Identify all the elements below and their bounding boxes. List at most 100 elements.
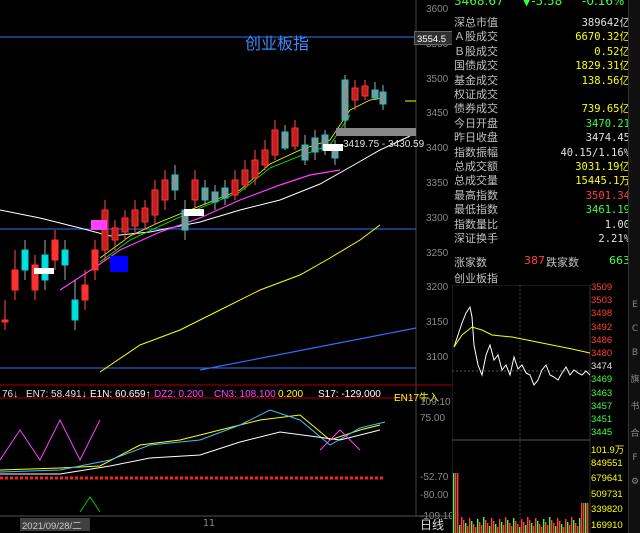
candle-body — [11, 269, 19, 291]
stat-label: 国债成交 — [454, 59, 498, 73]
volume-bar — [557, 518, 559, 533]
intraday-price-tick: 3509 — [591, 282, 613, 293]
kline-chart-area[interactable] — [0, 0, 452, 533]
sidebar-item[interactable]: C — [629, 324, 640, 334]
stat-value: 1.00 — [604, 218, 630, 231]
volume-bar — [479, 522, 481, 533]
rise-value: 387 — [524, 254, 545, 267]
stat-row: 今日开盘 3470.21 — [454, 117, 630, 131]
volume-bar — [467, 526, 469, 533]
intraday-price-tick: 3492 — [591, 321, 613, 333]
volume-bar — [571, 517, 573, 533]
stat-value: 739.65亿 — [581, 103, 630, 116]
candle-body — [141, 207, 149, 223]
mini-chart-title: 创业板指 — [454, 272, 498, 285]
stat-row: 权证成交 — [454, 88, 630, 102]
volume-bar — [463, 520, 465, 533]
candle-body — [271, 129, 279, 156]
signal-marker-white — [184, 209, 204, 216]
candle-body — [261, 149, 269, 166]
intraday-chart[interactable] — [452, 285, 592, 533]
intraday-price-tick: 3480 — [591, 348, 613, 359]
volume-bar — [581, 503, 583, 533]
stat-label: 债券成交 — [454, 102, 498, 116]
sidebar-item[interactable]: 旗 — [629, 372, 640, 385]
volume-bar — [501, 522, 503, 533]
candle-body — [301, 144, 309, 161]
price-axis-tick: 3200 — [426, 282, 449, 294]
price-axis-tick: 3150 — [426, 317, 449, 329]
volume-bar — [539, 524, 541, 533]
stat-value: 3501.34 — [585, 189, 630, 202]
intraday-volume-tick: 509731 — [591, 488, 623, 500]
candle-body — [41, 254, 49, 281]
sidebar-item[interactable]: 合 — [629, 426, 640, 439]
candle-body — [161, 179, 169, 201]
price-annotation: 3419.75 - 3430.59 — [343, 139, 425, 150]
sidebar-item[interactable]: F — [629, 453, 640, 463]
volume-bar — [515, 521, 517, 533]
candle-body — [281, 131, 289, 149]
intraday-volume-tick: 339820 — [591, 504, 623, 516]
signal-marker-blue — [110, 256, 128, 272]
stat-row: 指数振幅 40.15/1.16% — [454, 146, 630, 160]
indicator-value: DZ2: 0.200 — [154, 389, 204, 400]
volume-bar — [541, 527, 543, 533]
sidebar-item[interactable]: B — [629, 348, 640, 358]
kline-chart-svg[interactable] — [0, 0, 452, 533]
date-label: 2021/09/28/二 — [22, 521, 82, 532]
price-axis-tick: 3400 — [426, 143, 449, 155]
price-axis-tick: 3300 — [426, 212, 449, 224]
signal-marker-white — [34, 268, 54, 274]
stat-value: 0.52亿 — [594, 45, 630, 58]
chart-title: 创业板指 — [245, 34, 310, 53]
volume-bar — [513, 518, 515, 533]
volume-bar — [563, 527, 565, 533]
volume-bar — [573, 520, 575, 533]
volume-bar — [531, 523, 533, 533]
price-axis-tick: 3500 — [426, 73, 449, 85]
stat-label: 总成交量 — [454, 174, 498, 188]
volume-bar — [455, 473, 457, 533]
stat-row: Ａ股成交 6670.32亿 — [454, 30, 630, 44]
right-sidebar[interactable]: E C B 旗书合 F ⚙ — [628, 0, 640, 533]
header-change: ▼-5.58 — [522, 0, 563, 8]
candle-body — [131, 209, 139, 227]
indicator-axis-tick: -80.00 — [420, 490, 449, 501]
sidebar-item[interactable]: E — [629, 300, 640, 310]
stat-value: 3470.21 — [585, 117, 630, 130]
header-price: 3468.67 — [454, 0, 504, 8]
fall-label: 跌家数 — [546, 256, 579, 269]
signal-marker-white — [323, 144, 343, 151]
volume-bar — [505, 517, 507, 533]
candle-body — [151, 189, 159, 216]
indicator-value: 76↓ — [2, 389, 19, 400]
volume-bar — [495, 524, 497, 533]
intraday-price-tick: 3498 — [591, 308, 613, 320]
volume-bar — [469, 518, 471, 533]
period-button[interactable]: 日线 — [420, 516, 444, 533]
price-axis-tick: 3250 — [426, 247, 449, 259]
volume-bar — [559, 521, 561, 533]
date-mark: 11 — [203, 518, 216, 529]
volume-bar — [491, 518, 493, 533]
signal-marker-pink — [91, 220, 107, 230]
volume-bar — [499, 519, 501, 533]
intraday-price-tick: 3451 — [591, 414, 613, 425]
volume-bar — [497, 527, 499, 533]
volume-bar — [481, 525, 483, 533]
sidebar-item[interactable]: 书 — [629, 399, 640, 412]
stat-value: 40.15/1.16% — [560, 146, 630, 159]
stat-label: 昨日收盘 — [454, 131, 498, 145]
price-axis: 3600355035003450340033503300325032003150… — [418, 0, 452, 390]
volume-bar — [475, 527, 477, 533]
volume-bar — [585, 503, 587, 533]
sidebar-item[interactable]: ⚙ — [629, 477, 640, 487]
stat-label: 基金成交 — [454, 73, 498, 87]
indicator-value: E1N: 60.659↑ — [90, 389, 151, 400]
volume-bar — [517, 524, 519, 533]
stat-row: 指数量比 1.00 — [454, 218, 630, 232]
stat-row: 最高指数 3501.34 — [454, 189, 630, 203]
volume-bar — [503, 525, 505, 533]
stat-label: 最低指数 — [454, 203, 498, 217]
